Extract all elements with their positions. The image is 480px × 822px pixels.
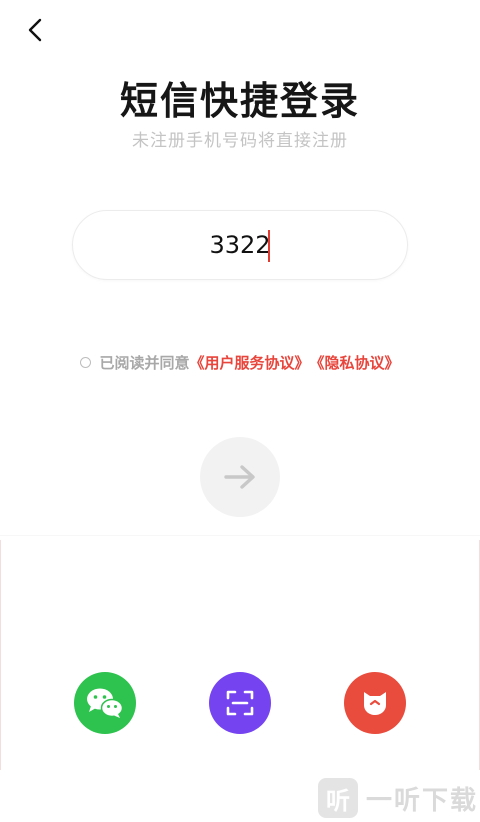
- page-subtitle: 未注册手机号码将直接注册: [132, 131, 348, 151]
- agree-checkbox[interactable]: [80, 357, 92, 368]
- privacy-link[interactable]: 《隐私协议》: [310, 352, 400, 373]
- phone-input-box[interactable]: [72, 210, 408, 280]
- next-button[interactable]: [200, 437, 280, 517]
- scan-login-button[interactable]: [209, 672, 271, 734]
- chevron-left-icon: [28, 18, 42, 42]
- text-cursor: [268, 230, 270, 262]
- left-edge: [0, 540, 1, 770]
- watermark-logo: 听: [318, 778, 358, 818]
- tmall-login-button[interactable]: [344, 672, 406, 734]
- back-button[interactable]: [18, 12, 54, 48]
- phone-input[interactable]: [150, 231, 330, 259]
- tmall-cat-icon: [364, 692, 386, 715]
- arrow-right-icon: [224, 465, 255, 489]
- wechat-icon: [87, 688, 124, 718]
- watermark-text: 一听下载: [366, 785, 479, 816]
- divider: [0, 535, 480, 536]
- agreement-row: 已阅读并同意 《用户服务协议》 《隐私协议》: [0, 352, 480, 373]
- watermark: 听 一听下载: [318, 776, 478, 820]
- agreement-prefix: 已阅读并同意: [99, 354, 190, 372]
- terms-link[interactable]: 《用户服务协议》: [189, 352, 309, 373]
- page-title: 短信快捷登录: [119, 79, 360, 123]
- wechat-login-button[interactable]: [74, 672, 136, 734]
- scan-icon: [226, 690, 254, 716]
